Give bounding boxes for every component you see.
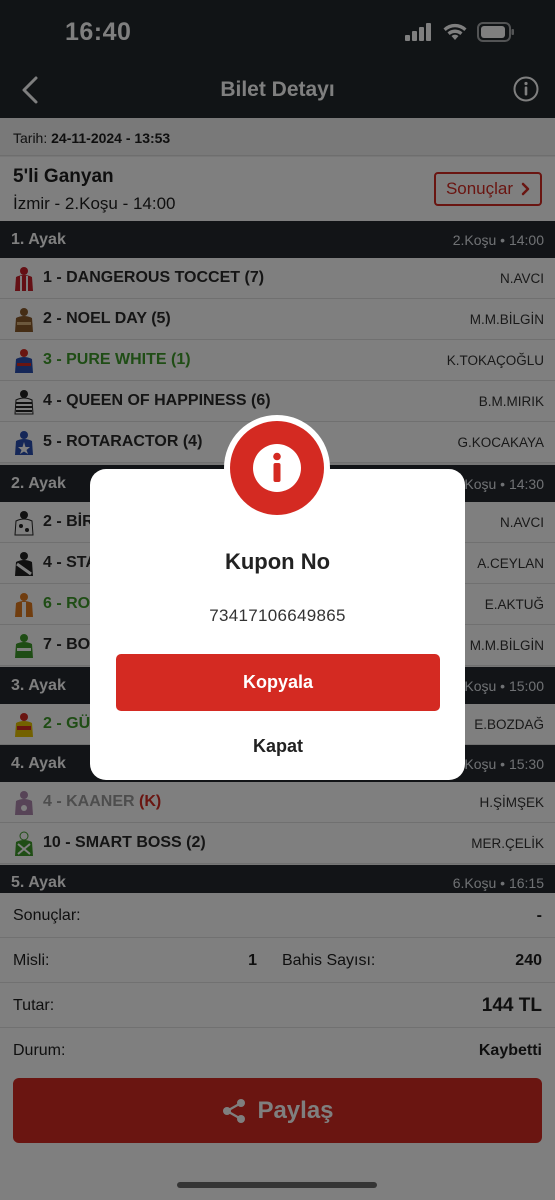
coupon-number: 73417106649865 [209, 606, 346, 625]
copy-button[interactable]: Kopyala [116, 654, 440, 711]
dialog-title: Kupon No [224, 549, 331, 574]
info-alert-icon [230, 421, 324, 515]
close-button[interactable]: Kapat [116, 728, 440, 764]
